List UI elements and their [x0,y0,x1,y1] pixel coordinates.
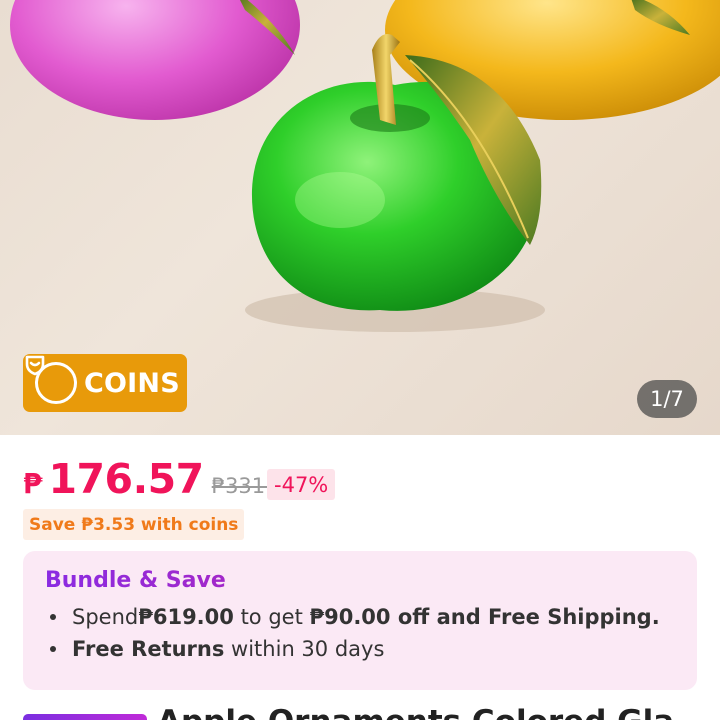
offer-mid: to get [233,605,310,629]
coins-label: COINS [84,367,180,399]
product-title: Apple Ornaments Colored Gla [157,704,674,720]
coin-heart-icon [25,355,77,404]
coins-badge[interactable]: COINS [23,354,187,412]
free-returns-label: Free Returns [72,637,225,661]
bullet-icon [50,614,56,620]
offer-discount: ₱90.00 off and Free Shipping. [309,605,660,629]
product-tag [23,714,147,720]
image-counter: 1/7 [637,380,697,418]
offer-spend-amount: ₱619.00 [138,605,234,629]
price-row: ₱ 176.57 ₱331.06 [23,455,299,511]
bullet-icon [50,646,56,652]
returns-window: within 30 days [224,637,385,661]
discount-badge: -47% [267,469,336,500]
bundle-returns-line: Free Returns within 30 days [50,637,384,661]
bundle-offer-line: Spend ₱619.00 to get ₱90.00 off and Free… [50,605,660,629]
offer-pre: Spend [72,605,139,629]
coins-saving-badge: Save ₱3.53 with coins [23,509,245,540]
current-price: 176.57 [48,455,204,503]
bundle-save-box[interactable]: Bundle & Save Spend ₱619.00 to get ₱90.0… [23,551,697,690]
bundle-title: Bundle & Save [45,568,675,593]
currency-symbol: ₱ [23,467,43,500]
product-image[interactable]: COINS 1/7 [0,0,720,435]
